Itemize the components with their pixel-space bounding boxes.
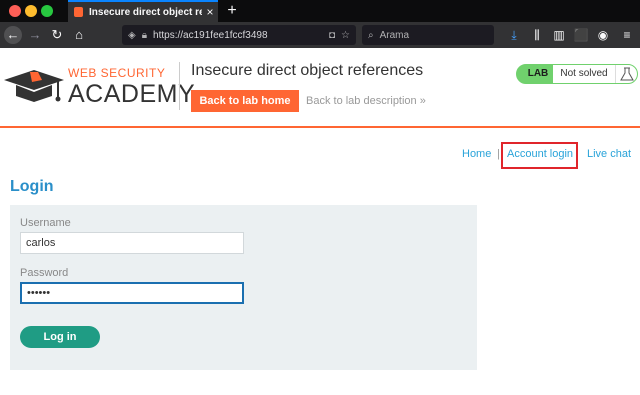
- live-chat-link[interactable]: Live chat: [587, 148, 631, 160]
- home-icon[interactable]: ⌂: [70, 26, 88, 44]
- browser-navbar: ← → ↻ ⌂ ◈ 🔒︎ https://ac191fee1fccf3498 ◘…: [0, 22, 640, 48]
- account-icon[interactable]: ◉: [594, 26, 612, 44]
- back-arrow-icon[interactable]: ←: [4, 26, 22, 44]
- login-heading: Login: [10, 178, 54, 195]
- pocket-icon[interactable]: ◘: [329, 30, 335, 41]
- logo-text-bottom: ACADEMY: [68, 80, 196, 108]
- back-to-lab-home-button[interactable]: Back to lab home: [191, 90, 299, 112]
- url-bar[interactable]: ◈ 🔒︎ https://ac191fee1fccf3498 ◘ ☆: [122, 25, 356, 45]
- forward-arrow-icon[interactable]: →: [26, 26, 44, 44]
- password-label: Password: [20, 267, 69, 279]
- flask-icon: [615, 65, 637, 83]
- password-input[interactable]: [20, 282, 244, 304]
- reload-icon[interactable]: ↻: [48, 26, 66, 44]
- lock-icon[interactable]: 🔒︎: [142, 30, 147, 41]
- username-label: Username: [20, 217, 71, 229]
- lab-header: WEB SECURITY ACADEMY Insecure direct obj…: [0, 48, 640, 128]
- logo-text-top: WEB SECURITY: [68, 66, 166, 80]
- lab-status-badge: LAB Not solved: [516, 64, 638, 84]
- log-in-button[interactable]: Log in: [20, 326, 100, 348]
- annotation-highlight-box: [501, 142, 578, 169]
- web-security-academy-logo[interactable]: WEB SECURITY ACADEMY: [2, 62, 195, 112]
- library-icon[interactable]: ⫼: [528, 26, 546, 44]
- lab-label: LAB: [527, 68, 549, 79]
- minimize-window-button[interactable]: [25, 5, 37, 17]
- sidebar-icon[interactable]: ▥: [550, 26, 568, 44]
- url-text[interactable]: https://ac191fee1fccf3498: [153, 30, 329, 41]
- status-text: Not solved: [553, 65, 615, 83]
- home-link[interactable]: Home: [462, 148, 491, 160]
- login-form: Username Password Log in: [10, 205, 477, 370]
- search-icon: ⌕: [368, 29, 374, 41]
- tab-close-icon[interactable]: ×: [202, 5, 218, 19]
- bookmark-star-icon[interactable]: ☆: [341, 30, 350, 41]
- menu-icon[interactable]: ≡: [618, 26, 636, 44]
- search-placeholder: Arama: [379, 29, 410, 41]
- tab-title: Insecure direct object referenc: [89, 6, 202, 18]
- browser-tab-active[interactable]: Insecure direct object referenc ×: [68, 0, 218, 22]
- maximize-window-button[interactable]: [41, 5, 53, 17]
- browser-tabbar: Insecure direct object referenc × +: [0, 0, 640, 22]
- header-divider: [179, 62, 180, 110]
- shield-icon[interactable]: ◈: [128, 30, 136, 41]
- username-input[interactable]: [20, 232, 244, 254]
- search-bar[interactable]: ⌕ Arama: [362, 25, 494, 45]
- back-to-lab-description-link[interactable]: Back to lab description »: [306, 95, 426, 107]
- graduation-cap-icon: [4, 70, 64, 102]
- close-window-button[interactable]: [9, 5, 21, 17]
- nav-separator: |: [497, 148, 500, 160]
- lab-title: Insecure direct object references: [191, 62, 424, 79]
- pdf-extension-icon[interactable]: ⬛: [572, 26, 590, 44]
- favicon-icon: [74, 7, 83, 17]
- download-icon[interactable]: ⤓: [505, 26, 523, 44]
- new-tab-button[interactable]: +: [223, 0, 241, 22]
